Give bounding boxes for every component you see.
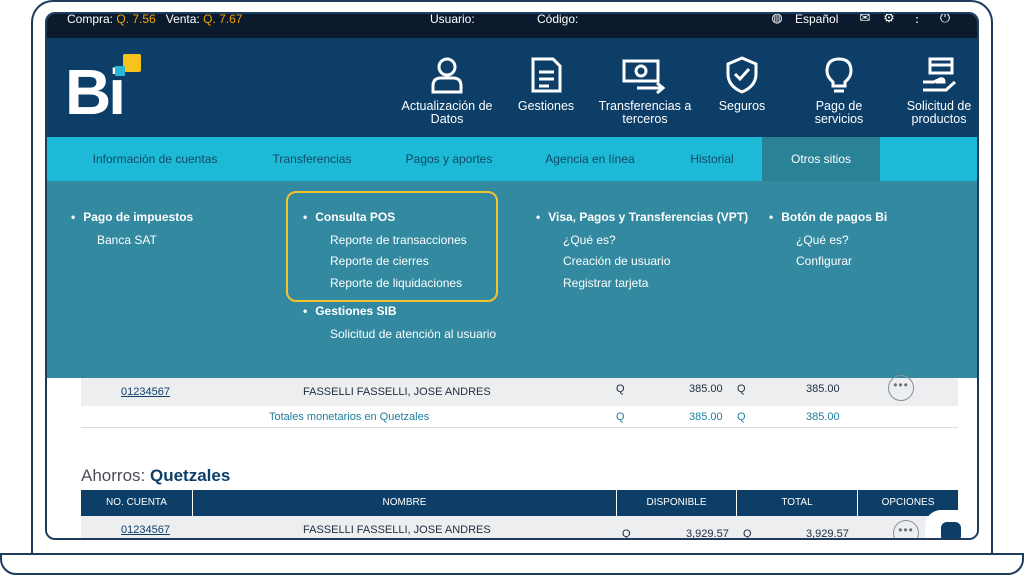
menu-link-banca-sat[interactable]: Banca SAT — [97, 233, 157, 247]
col-disponible: DISPONIBLE — [617, 490, 737, 516]
laptop-base — [0, 553, 1024, 575]
chat-widget[interactable] — [925, 510, 977, 538]
tab-otros-sitios[interactable]: Otros sitios — [762, 137, 880, 181]
money-transfer-icon — [622, 59, 666, 94]
disponible-value: 3,929.57 — [686, 528, 729, 540]
exchange-rates: Compra: Q. 7.56 Venta: Q. 7.67 — [67, 12, 243, 26]
menu-link-solicitud-atencion[interactable]: Solicitud de atención al usuario — [330, 327, 496, 341]
user-settings-icon[interactable]: ⚙ — [881, 14, 897, 25]
ahorros-section-title: Ahorros: Quetzales — [81, 466, 230, 486]
table-row: 01234567 FASSELLI FASSELLI, JOSE ANDRES … — [81, 516, 958, 540]
total-value: 385.00 — [806, 383, 840, 395]
totals-total: 385.00 — [806, 411, 840, 423]
main-header: Bi Actualización de Datos Gestiones Tran… — [47, 38, 977, 137]
tab-agencia-en-linea[interactable]: Agencia en línea — [525, 137, 655, 181]
currency-symbol: Q — [737, 411, 746, 423]
nav-solicitud-productos[interactable]: Solicitud de productos — [899, 56, 977, 136]
currency-symbol: Q — [737, 383, 746, 395]
codigo-label: Código: — [537, 12, 579, 26]
menu-link-reporte-liquidaciones[interactable]: Reporte de liquidaciones — [330, 276, 462, 290]
screen: Compra: Q. 7.56 Venta: Q. 7.67 Usuario: … — [45, 12, 979, 540]
menu-header-consulta-pos: Consulta POS — [303, 210, 395, 224]
currency-symbol: Q — [616, 383, 625, 395]
venta-label: Venta: — [165, 12, 200, 26]
document-icon — [531, 57, 562, 93]
section-prefix: Ahorros: — [81, 466, 146, 485]
menu-link-vpt-que-es[interactable]: ¿Qué es? — [563, 233, 616, 247]
currency-symbol: Q — [616, 411, 625, 423]
menu-link-reporte-cierres[interactable]: Reporte de cierres — [330, 254, 429, 268]
chat-icon[interactable]: ✉ — [857, 14, 873, 25]
menu-header-gestiones-sib: Gestiones SIB — [303, 304, 396, 318]
shield-check-icon — [726, 56, 758, 94]
disponible-value: 385.00 — [689, 383, 723, 395]
menu-header-pago-impuestos: Pago de impuestos — [71, 210, 193, 224]
nav-label: Solicitud de productos — [906, 99, 972, 126]
compra-label: Compra: — [67, 12, 114, 26]
compra-value: Q. 7.56 — [116, 12, 156, 26]
section-currency: Quetzales — [149, 466, 231, 485]
menu-header-vpt: Visa, Pagos y Transferencias (VPT) — [536, 210, 748, 224]
tab-historial[interactable]: Historial — [667, 137, 757, 181]
table-row: 01234567 FASSELLI FASSELLI, JOSE ANDRES … — [81, 375, 958, 406]
totals-label: Totales monetarios en Quetzales — [269, 411, 430, 423]
nav-label: Pago de servicios — [814, 99, 864, 126]
nav-label: Transferencias a terceros — [598, 99, 692, 126]
nav-transferencias-terceros[interactable]: Transferencias a terceros — [597, 56, 693, 136]
account-link[interactable]: 01234567 — [121, 386, 170, 398]
col-nombre: NOMBRE — [193, 490, 617, 516]
user-icon — [431, 57, 463, 94]
hand-card-icon — [923, 57, 956, 92]
menu-link-registrar-tarjeta[interactable]: Registrar tarjeta — [563, 276, 648, 290]
otros-sitios-menu: Pago de impuestos Banca SAT Consulta POS… — [47, 181, 977, 378]
bi-logo[interactable]: Bi — [65, 54, 145, 124]
account-link[interactable]: 01234567 — [121, 524, 170, 536]
menu-link-reporte-transacciones[interactable]: Reporte de transacciones — [330, 233, 467, 247]
menu-link-creacion-usuario[interactable]: Creación de usuario — [563, 254, 670, 268]
totals-row: Totales monetarios en Quetzales Q 385.00… — [81, 406, 958, 428]
menu-link-boton-que-es[interactable]: ¿Qué es? — [796, 233, 849, 247]
nav-label: Gestiones — [517, 99, 575, 113]
nav-gestiones[interactable]: Gestiones — [512, 56, 580, 136]
col-no-cuenta: NO. CUENTA — [81, 490, 193, 516]
chat-bubble-icon — [941, 522, 961, 538]
account-name: FASSELLI FASSELLI, JOSE ANDRES — [303, 386, 491, 398]
lightbulb-icon — [825, 57, 853, 93]
nav-label: Actualización de Datos — [401, 99, 493, 126]
power-icon[interactable]: ⏻ — [937, 14, 953, 25]
more-vertical-icon[interactable]: ⋮ — [909, 14, 925, 25]
account-name: FASSELLI FASSELLI, JOSE ANDRES — [303, 524, 491, 536]
currency-symbol: Q — [622, 528, 631, 540]
more-options-icon[interactable]: ••• — [888, 375, 914, 401]
menu-header-boton-pagos: Botón de pagos Bi — [769, 210, 887, 224]
total-value: 3,929.57 — [806, 528, 849, 540]
accounts-content: 01234567 FASSELLI FASSELLI, JOSE ANDRES … — [47, 375, 977, 540]
usuario-label: Usuario: — [430, 12, 475, 26]
nav-pago-servicios[interactable]: Pago de servicios — [799, 56, 879, 136]
menu-link-configurar[interactable]: Configurar — [796, 254, 852, 268]
utility-bar: Compra: Q. 7.56 Venta: Q. 7.67 Usuario: … — [47, 14, 977, 38]
tab-informacion-cuentas[interactable]: Información de cuentas — [77, 137, 233, 181]
venta-value: Q. 7.67 — [203, 12, 243, 26]
globe-icon[interactable]: ◍ — [769, 14, 785, 25]
nav-actualizacion-datos[interactable]: Actualización de Datos — [399, 56, 495, 136]
nav-seguros[interactable]: Seguros — [709, 56, 775, 136]
tab-transferencias[interactable]: Transferencias — [252, 137, 372, 181]
tab-strip: Información de cuentas Transferencias Pa… — [47, 137, 977, 181]
currency-symbol: Q — [743, 528, 752, 540]
totals-disponible: 385.00 — [689, 411, 723, 423]
nav-label: Seguros — [718, 99, 766, 113]
col-total: TOTAL — [737, 490, 858, 516]
language-selector[interactable]: Español — [795, 14, 838, 25]
ahorros-table-header: NO. CUENTA NOMBRE DISPONIBLE TOTAL OPCIO… — [81, 490, 958, 516]
tab-pagos-aportes[interactable]: Pagos y aportes — [387, 137, 511, 181]
more-options-icon[interactable]: ••• — [893, 520, 919, 538]
